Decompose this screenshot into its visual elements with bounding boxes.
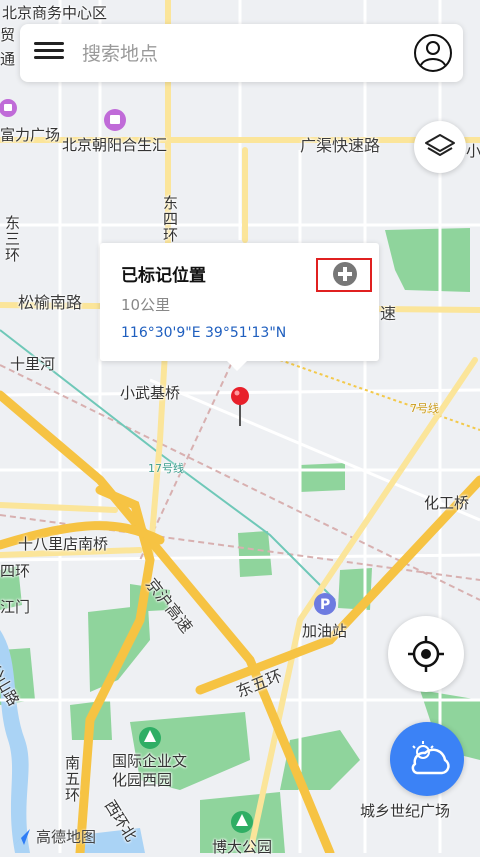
weather-button[interactable] xyxy=(390,722,464,796)
locate-button[interactable] xyxy=(388,616,464,692)
popup-title: 已标记位置 xyxy=(121,266,206,286)
map-label: 7号线 xyxy=(410,402,439,415)
map-label: 小 xyxy=(466,142,480,160)
map-label: 加油站 xyxy=(302,622,348,640)
map-label: 松榆南路 xyxy=(18,293,83,312)
shopping-icon xyxy=(0,99,17,117)
menu-icon xyxy=(34,42,64,59)
map-label: 东四环 xyxy=(161,195,179,243)
map-label: 江门 xyxy=(0,598,31,616)
search-input[interactable] xyxy=(80,36,384,72)
parking-icon: P xyxy=(314,593,336,615)
map-label: 城乡世纪广场 xyxy=(360,802,451,820)
popup-coordinates: 116°30'9"E 39°51'13"N xyxy=(121,325,287,341)
map-label: 贸 xyxy=(0,26,16,44)
menu-button[interactable] xyxy=(34,38,64,68)
park-icon xyxy=(139,727,161,749)
map-label: 十里河 xyxy=(10,355,56,373)
map-label: 广渠快速路 xyxy=(300,136,381,155)
layers-button[interactable] xyxy=(414,121,466,173)
add-button[interactable] xyxy=(316,258,372,292)
search-bar xyxy=(20,24,463,82)
locate-icon xyxy=(408,636,444,672)
map-label: 北京朝阳合生汇 xyxy=(62,136,168,154)
add-icon xyxy=(333,262,357,286)
logo-text: 高德地图 xyxy=(36,828,97,846)
user-icon xyxy=(414,34,452,72)
shopping-icon xyxy=(104,109,126,131)
map-label: 东三环 xyxy=(3,215,21,263)
map-label: 北京商务中心区 xyxy=(2,4,108,22)
map-label: 博大公园 xyxy=(212,838,273,856)
map-label: 小武基桥 xyxy=(120,384,181,402)
map-label: 富力广场 xyxy=(0,126,61,144)
layers-icon xyxy=(425,134,455,156)
popup-distance: 10公里 xyxy=(121,296,171,314)
gaode-logo: 高德地图 xyxy=(12,826,96,847)
user-button[interactable] xyxy=(413,33,453,73)
map-label: 四环 xyxy=(0,562,31,580)
weather-icon xyxy=(411,741,450,775)
map-pin-icon[interactable] xyxy=(230,386,250,426)
gaode-logo-icon xyxy=(14,828,30,845)
marker-popup: 已标记位置 10公里 116°30'9"E 39°51'13"N xyxy=(100,243,379,371)
map-label: 化工桥 xyxy=(424,494,470,512)
svg-text:P: P xyxy=(320,597,330,613)
map-label: 国际企业文化园西园 xyxy=(112,752,188,789)
map-label: 通 xyxy=(0,50,16,68)
park-icon xyxy=(231,811,253,833)
map-label: 十八里店南桥 xyxy=(18,535,109,553)
map-label: 17号线 xyxy=(148,462,184,475)
map-label: 南五环 xyxy=(63,755,81,803)
